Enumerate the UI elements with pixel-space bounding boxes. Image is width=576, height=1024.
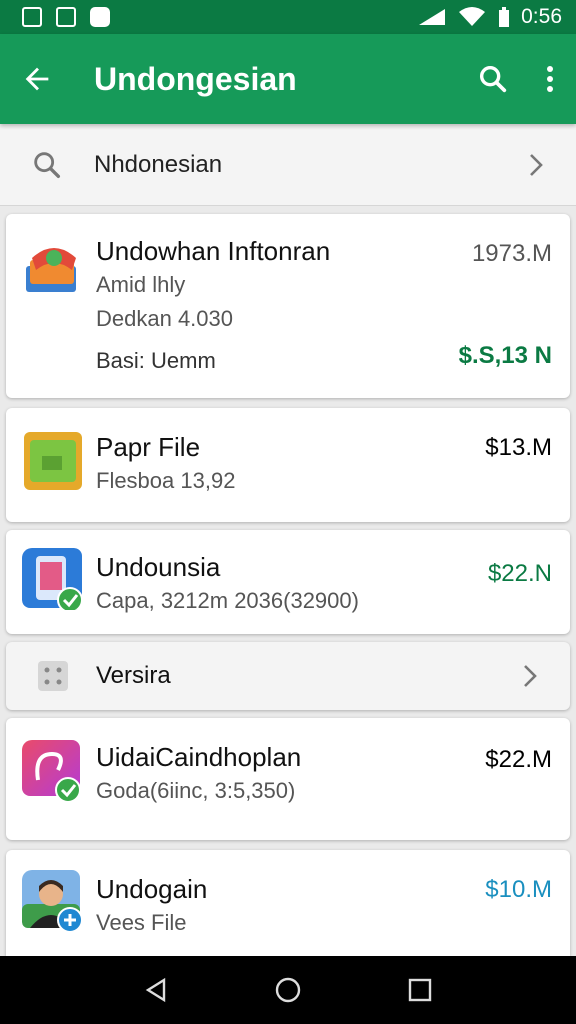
page-title: Undongesian [94, 60, 297, 97]
item-subtitle: Flesboa 13,92 [96, 468, 236, 493]
more-vert-icon[interactable] [544, 64, 556, 94]
item-price: $.S,13 N [458, 342, 552, 369]
app-bar: Undongesian [0, 34, 576, 124]
section-versira[interactable]: Versira [6, 642, 570, 710]
file-icon [24, 432, 82, 490]
clock: 0:56 [521, 5, 562, 28]
status-bar: 0:56 [0, 0, 576, 34]
item-title: Undogain [96, 874, 208, 904]
item-title: Undowhan Inftonran [96, 236, 331, 266]
list-item[interactable]: Undounsia Capa, 3212m 2036(32900) $22.N [6, 530, 570, 634]
item-subtitle: Goda(6iinc, 3:5,350) [96, 778, 296, 803]
item-subtitle: Amid lhly [96, 272, 186, 297]
list-item[interactable]: UidaiCaindhoplan Goda(6iinc, 3:5,350) $2… [6, 718, 570, 840]
item-detail: Dedkan 4.030 [96, 306, 233, 331]
wifi-icon [459, 7, 486, 26]
message-icon [90, 7, 110, 27]
back-nav-icon[interactable] [142, 976, 170, 1004]
design-app-icon [22, 740, 81, 802]
phone-app-icon [22, 548, 83, 610]
chevron-right-icon [530, 153, 543, 176]
item-price: $10.M [485, 876, 552, 903]
chevron-right-icon [524, 665, 537, 687]
avatar-app-icon [22, 870, 83, 932]
signal-icon [419, 9, 446, 25]
search-text: Nhdonesian [94, 150, 223, 178]
app-icon-book [26, 248, 76, 292]
item-price: $22.M [485, 746, 552, 773]
item-basis: Basi: Uemm [96, 348, 216, 373]
navigation-bar [0, 956, 576, 1024]
item-subtitle: Capa, 3212m 2036(32900) [96, 588, 359, 613]
item-subtitle: Vees File [96, 910, 187, 935]
search-row[interactable]: Nhdonesian [0, 124, 576, 206]
grid-icon [38, 661, 68, 691]
list-item[interactable]: Undogain Vees File $10.M [6, 850, 570, 956]
item-title: Papr File [96, 432, 201, 462]
item-price: $22.N [487, 560, 552, 587]
home-nav-icon[interactable] [274, 976, 302, 1004]
battery-icon [499, 7, 510, 27]
back-arrow-icon[interactable] [20, 62, 54, 96]
list-item[interactable]: Undowhan Inftonran Amid lhly Dedkan 4.03… [6, 214, 570, 398]
item-title: UidaiCaindhoplan [96, 742, 302, 772]
search-icon[interactable] [476, 62, 510, 96]
search-icon [34, 151, 61, 178]
item-price: $13.M [485, 434, 552, 461]
item-title: Undounsia [96, 552, 221, 582]
notification-icon-2 [56, 7, 76, 27]
list-item[interactable]: Papr File Flesboa 13,92 $13.M [6, 408, 570, 522]
item-size: 1973.M [471, 240, 552, 267]
recents-nav-icon[interactable] [406, 976, 434, 1004]
section-label: Versira [96, 662, 171, 689]
notification-icon [22, 7, 42, 27]
